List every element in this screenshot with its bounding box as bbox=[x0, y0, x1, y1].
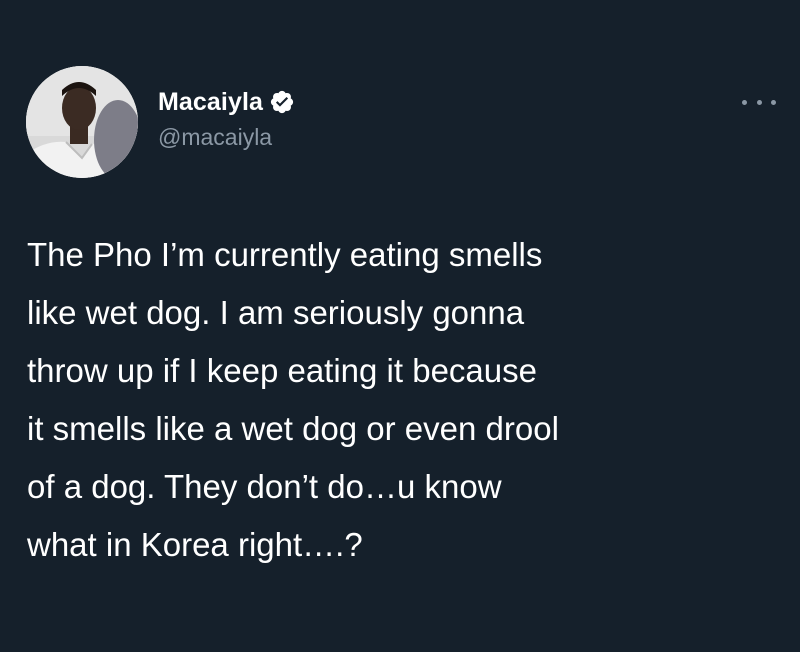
user-handle[interactable]: @macaiyla bbox=[158, 124, 295, 151]
user-info: Macaiyla @macaiyla bbox=[158, 84, 295, 151]
more-dot bbox=[756, 99, 762, 105]
more-dot bbox=[742, 99, 747, 105]
avatar[interactable] bbox=[26, 66, 138, 178]
more-dot bbox=[771, 99, 776, 105]
display-name-row: Macaiyla bbox=[158, 84, 295, 120]
more-options-icon[interactable] bbox=[742, 92, 776, 112]
tweet-card: Macaiyla @macaiyla The Pho I’m currently… bbox=[0, 0, 800, 652]
display-name[interactable]: Macaiyla bbox=[158, 88, 263, 117]
tweet-text: The Pho I’m currently eating smells like… bbox=[27, 236, 559, 563]
profile-photo bbox=[26, 66, 138, 178]
verified-badge-icon bbox=[269, 89, 295, 115]
